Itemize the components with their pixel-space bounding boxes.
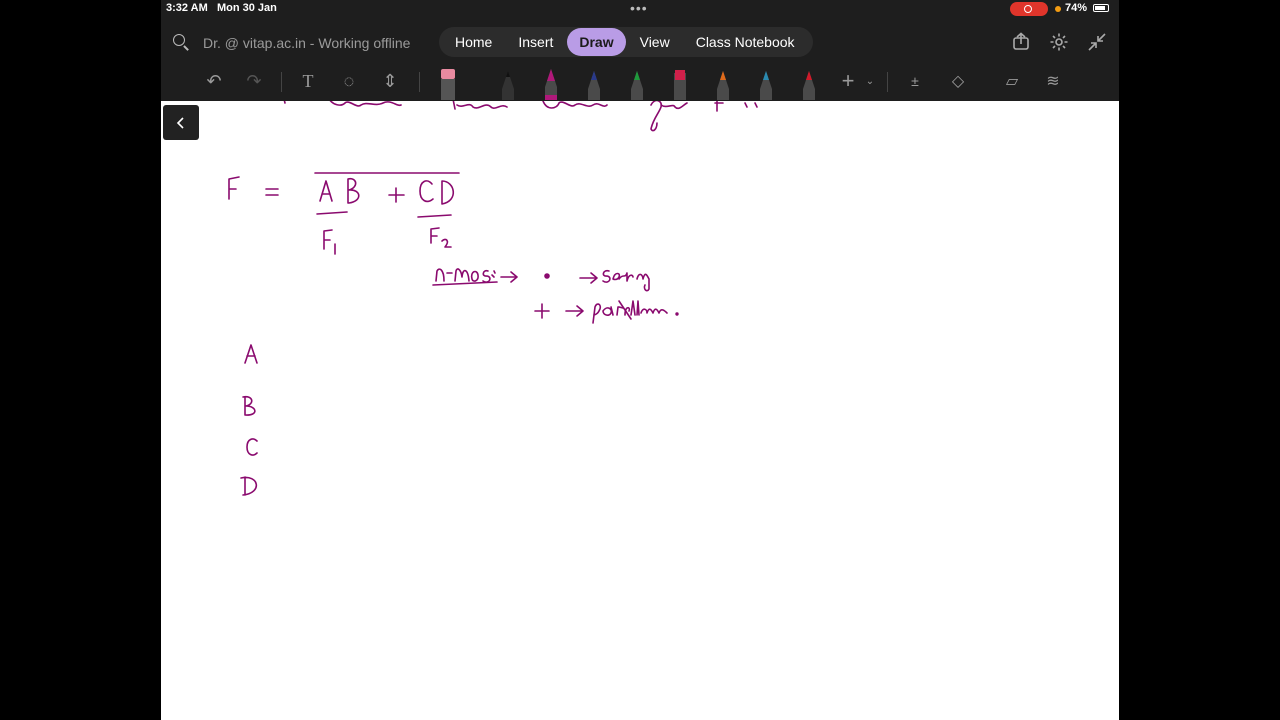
text-icon[interactable]: T: [296, 69, 320, 93]
sticker-icon[interactable]: ▱: [1000, 69, 1024, 93]
mic-indicator: [1055, 6, 1061, 12]
pen-black[interactable]: [499, 67, 517, 100]
battery-icon: [1093, 4, 1109, 12]
note-canvas[interactable]: [161, 101, 1119, 720]
app-window: 3:32 AM Mon 30 Jan ••• 74% Dr. @ vitap.a…: [161, 0, 1119, 720]
pen-green[interactable]: [628, 67, 646, 100]
pen-magenta[interactable]: [542, 67, 560, 100]
tab-draw[interactable]: Draw: [567, 28, 626, 56]
lasso-icon[interactable]: ◌: [337, 69, 361, 93]
pen-teal[interactable]: [757, 67, 775, 100]
chevron-down-icon[interactable]: ⌄: [858, 69, 882, 93]
sub-labels: [323, 227, 452, 255]
shapes-icon[interactable]: ◇: [946, 69, 970, 93]
pen-navy[interactable]: [585, 67, 603, 100]
highlighter-pink[interactable]: [671, 67, 689, 100]
equation-f: [228, 172, 460, 218]
pen-red[interactable]: [800, 67, 818, 100]
space-icon[interactable]: ⇕: [378, 69, 402, 93]
document-title[interactable]: Dr. @ vitap.ac.in - Working offline: [203, 35, 410, 51]
undo-icon[interactable]: ↶: [202, 69, 226, 93]
add-icon[interactable]: +: [836, 68, 860, 93]
note-nmos: [432, 268, 650, 292]
tab-class-notebook[interactable]: Class Notebook: [684, 28, 807, 56]
header-actions: [1011, 32, 1107, 52]
draw-toolbar: ↶ ↷ T ◌ ⇕ + ⌄ ± ◇ ▱ ≋: [161, 64, 1119, 100]
status-time: 3:32 AM Mon 30 Jan: [166, 2, 277, 14]
tab-view[interactable]: View: [628, 28, 682, 56]
ribbon-tabs: Home Insert Draw View Class Notebook: [439, 27, 813, 57]
tab-insert[interactable]: Insert: [506, 28, 565, 56]
input-labels: [240, 344, 258, 496]
eraser-icon[interactable]: [439, 67, 457, 100]
battery-percent: 74%: [1065, 2, 1088, 14]
status-bar: 3:32 AM Mon 30 Jan ••• 74%: [161, 0, 1119, 18]
header: Dr. @ vitap.ac.in - Working offline Home…: [161, 24, 1119, 60]
pen-orange[interactable]: [714, 67, 732, 100]
tab-home[interactable]: Home: [443, 28, 504, 56]
handwritten-ink: [228, 101, 758, 496]
collapse-icon[interactable]: [1087, 32, 1107, 52]
share-icon[interactable]: [1011, 32, 1031, 52]
note-parallel: [534, 300, 679, 324]
screen-record-icon[interactable]: [1010, 2, 1048, 16]
ink-to-text-icon[interactable]: ≋: [1041, 69, 1065, 93]
gear-icon[interactable]: [1049, 32, 1069, 52]
math-icon[interactable]: ±: [903, 69, 927, 93]
search-icon[interactable]: [173, 34, 185, 46]
redo-icon[interactable]: ↷: [242, 69, 266, 93]
multitask-dots[interactable]: •••: [630, 0, 648, 16]
